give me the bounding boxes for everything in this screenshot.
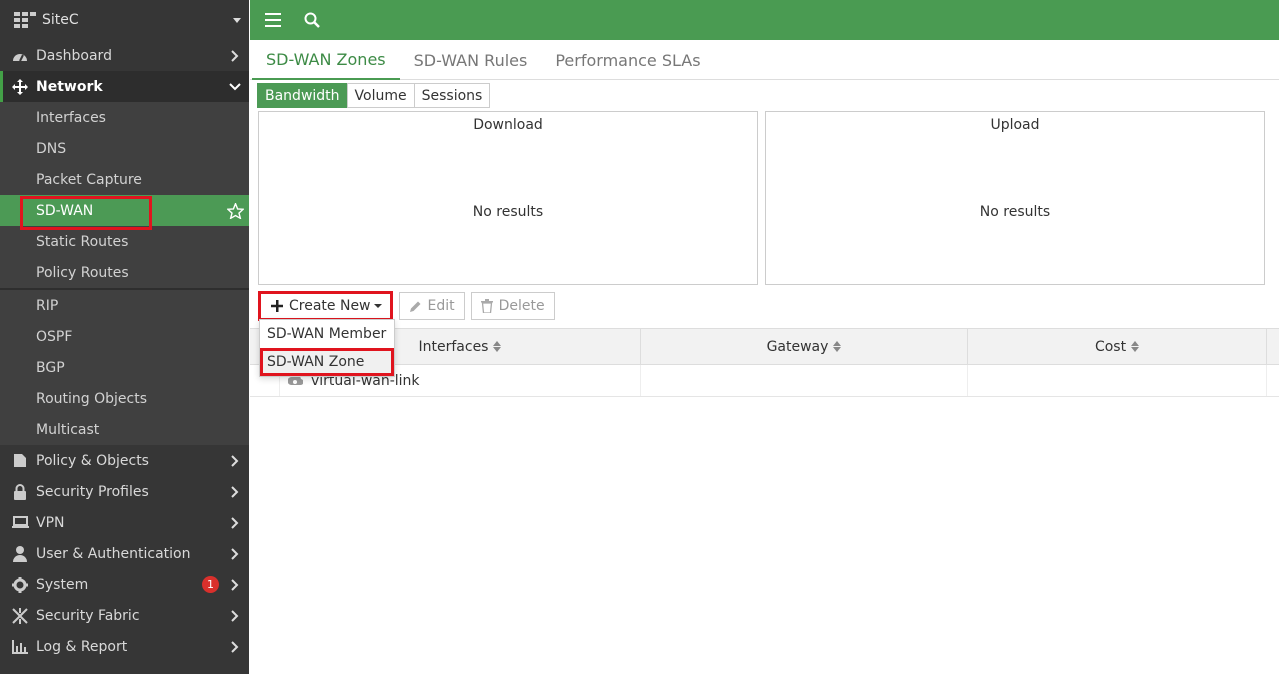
sidebar-item-static-routes[interactable]: Static Routes <box>0 226 249 257</box>
table-header: Interfaces Gateway Cost <box>250 328 1279 365</box>
chevron-right-icon <box>225 578 245 591</box>
empty-message: No results <box>979 204 1051 220</box>
notification-badge: 1 <box>202 576 219 593</box>
star-icon[interactable] <box>227 202 244 219</box>
tab-sd-wan-rules[interactable]: SD-WAN Rules <box>400 40 542 80</box>
search-icon[interactable] <box>302 10 322 30</box>
panel-title: Download <box>473 117 543 133</box>
upload-panel: Upload No results <box>765 111 1265 285</box>
download-panel: Download No results <box>258 111 758 285</box>
sidebar-item-rip[interactable]: RIP <box>0 290 249 321</box>
gear-icon <box>11 576 29 594</box>
gateway-cell <box>641 365 968 396</box>
network-submenu: Interfaces DNS Packet Capture SD-WAN Sta… <box>0 102 249 445</box>
create-new-label: Create New <box>289 298 371 314</box>
table-row[interactable]: virtual-wan-link <box>250 365 1279 397</box>
delete-button[interactable]: Delete <box>470 292 555 320</box>
toolbar: Create New Edit Delete <box>258 291 555 321</box>
sort-icon <box>1131 341 1140 352</box>
edit-button[interactable]: Edit <box>398 292 465 320</box>
sidebar-item-multicast[interactable]: Multicast <box>0 414 249 445</box>
create-new-button[interactable]: Create New <box>258 291 393 321</box>
sidebar-item-bgp[interactable]: BGP <box>0 352 249 383</box>
user-icon <box>11 545 29 563</box>
nav-user-authentication[interactable]: User & Authentication <box>0 538 249 569</box>
empty-message: No results <box>472 204 544 220</box>
nav-security-fabric[interactable]: Security Fabric <box>0 600 249 631</box>
create-new-dropdown: SD-WAN Member SD-WAN Zone <box>259 319 395 377</box>
nav-log-report[interactable]: Log & Report <box>0 631 249 662</box>
nav-vpn[interactable]: VPN <box>0 507 249 538</box>
sidebar-item-routing-objects[interactable]: Routing Objects <box>0 383 249 414</box>
caret-down-icon <box>373 304 382 308</box>
network-icon <box>11 78 29 96</box>
device-name: SiteC <box>42 12 79 28</box>
hamburger-menu-icon[interactable] <box>263 10 283 30</box>
chevron-right-icon <box>225 485 245 498</box>
pencil-icon <box>409 300 422 313</box>
device-selector[interactable]: SiteC <box>0 0 249 40</box>
sidebar-item-interfaces[interactable]: Interfaces <box>0 102 249 133</box>
chevron-right-icon <box>225 547 245 560</box>
volume-button[interactable]: Volume <box>346 83 415 108</box>
sidebar-item-policy-routes[interactable]: Policy Routes <box>0 257 249 288</box>
chevron-right-icon <box>225 49 245 62</box>
cost-cell <box>968 365 1267 396</box>
zones-table: Interfaces Gateway Cost virtual-wan-link <box>250 328 1279 397</box>
sessions-button[interactable]: Sessions <box>413 83 491 108</box>
trash-icon <box>480 299 493 313</box>
sidebar: SiteC Dashboard Network Interfaces DNS P… <box>0 0 249 674</box>
sidebar-item-packet-capture[interactable]: Packet Capture <box>0 164 249 195</box>
metric-toggle: Bandwidth Volume Sessions <box>257 83 491 108</box>
fabric-icon <box>11 607 29 625</box>
sort-icon <box>833 341 842 352</box>
laptop-icon <box>11 514 29 532</box>
caret-down-icon <box>233 17 241 23</box>
nav-system[interactable]: System 1 <box>0 569 249 600</box>
chevron-right-icon <box>225 640 245 653</box>
fortigate-logo-icon <box>14 12 36 28</box>
dashboard-icon <box>11 47 29 65</box>
main-content: SD-WAN Zones SD-WAN Rules Performance SL… <box>250 0 1279 674</box>
nav-security-profiles[interactable]: Security Profiles <box>0 476 249 507</box>
top-bar <box>250 0 1279 40</box>
policy-icon <box>11 452 29 470</box>
lock-icon <box>11 483 29 501</box>
bar-chart-icon <box>11 638 29 656</box>
sidebar-item-ospf[interactable]: OSPF <box>0 321 249 352</box>
nav-policy-objects[interactable]: Policy & Objects <box>0 445 249 476</box>
panel-title: Upload <box>990 117 1040 133</box>
nav-dashboard[interactable]: Dashboard <box>0 40 249 71</box>
column-header-gateway[interactable]: Gateway <box>641 329 968 364</box>
sort-icon <box>493 341 502 352</box>
menu-item-sd-wan-member[interactable]: SD-WAN Member <box>260 320 394 348</box>
chevron-right-icon <box>225 454 245 467</box>
tab-sd-wan-zones[interactable]: SD-WAN Zones <box>252 40 400 80</box>
chevron-right-icon <box>225 516 245 529</box>
delete-label: Delete <box>498 298 545 314</box>
tab-bar: SD-WAN Zones SD-WAN Rules Performance SL… <box>250 40 1279 80</box>
sidebar-item-dns[interactable]: DNS <box>0 133 249 164</box>
tab-performance-slas[interactable]: Performance SLAs <box>541 40 714 80</box>
bandwidth-button[interactable]: Bandwidth <box>257 83 348 108</box>
column-header-cost[interactable]: Cost <box>968 329 1267 364</box>
chevron-down-icon <box>225 82 245 91</box>
sidebar-item-sd-wan[interactable]: SD-WAN <box>0 195 249 226</box>
chevron-right-icon <box>225 609 245 622</box>
edit-label: Edit <box>427 298 455 314</box>
plus-icon <box>271 300 283 312</box>
nav-network[interactable]: Network <box>0 71 249 102</box>
menu-item-sd-wan-zone[interactable]: SD-WAN Zone <box>260 348 394 376</box>
sidebar-item-label: SD-WAN <box>36 202 94 219</box>
